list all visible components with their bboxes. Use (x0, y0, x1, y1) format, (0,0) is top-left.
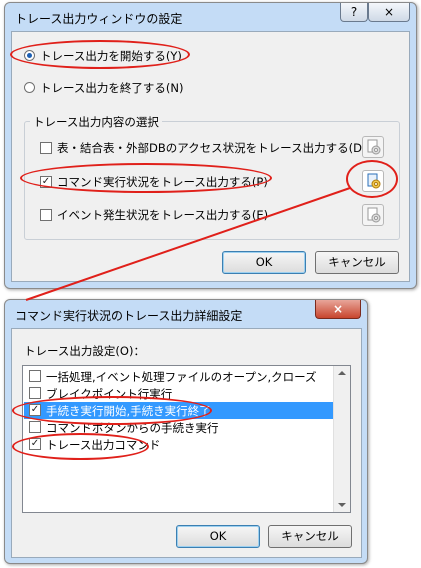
dialog2-titlebar[interactable]: コマンド実行状況のトレース出力詳細設定 × (5, 300, 367, 328)
trace-output-list-label: トレース出力設定(O)： (24, 344, 145, 358)
dialog1-close-button[interactable]: × (368, 3, 410, 22)
dialog1-title: トレース出力ウィンドウの設定 (15, 12, 183, 26)
dialog2-ok-button[interactable]: OK (176, 525, 260, 548)
access-trace-checkbox[interactable] (40, 142, 52, 154)
stop-trace-label[interactable]: トレース出力を終了する(N) (40, 80, 184, 96)
annotation-circle-detail-button (346, 160, 398, 198)
list-item[interactable]: 一括処理,イベント処理ファイルのオープン,クローズ (24, 368, 333, 385)
dialog1-cancel-button[interactable]: キャンセル (315, 251, 399, 274)
scroll-down-arrow-icon[interactable] (338, 503, 346, 507)
scroll-up-arrow-icon[interactable] (338, 371, 346, 375)
list-item-checkbox[interactable] (29, 370, 41, 382)
annotation-ellipse-start-radio (10, 40, 190, 69)
dialog1-ok-button[interactable]: OK (222, 251, 306, 274)
dialog1-client: トレース出力を開始する(Y) トレース出力を終了する(N) トレース出力内容の選… (11, 31, 410, 282)
list-item-checkbox[interactable] (29, 387, 41, 399)
access-trace-label[interactable]: 表・結合表・外部DBのアクセス状況をトレース出力する(D) (57, 140, 366, 156)
list-item-label: 一括処理,イベント処理ファイルのオープン,クローズ (46, 370, 317, 384)
dialog2-cancel-button[interactable]: キャンセル (268, 525, 352, 548)
trace-content-group-title: トレース出力内容の選択 (30, 114, 162, 130)
list-item-checkbox[interactable] (29, 421, 41, 433)
command-trace-detail-dialog: コマンド実行状況のトレース出力詳細設定 × トレース出力設定(O)： 一括処理,… (4, 299, 368, 564)
dialog1-titlebar[interactable]: トレース出力ウィンドウの設定 ? × (5, 3, 416, 31)
settings-doc-icon (367, 207, 381, 223)
help-button[interactable]: ? (340, 3, 368, 22)
dialog2-close-button[interactable]: × (315, 300, 361, 319)
settings-doc-icon (367, 139, 381, 155)
event-trace-checkbox[interactable] (40, 209, 52, 221)
annotation-ellipse-procedure-item (12, 396, 212, 425)
annotation-ellipse-trace-command-item (12, 433, 149, 460)
event-detail-button[interactable] (362, 204, 384, 226)
stop-trace-radio[interactable] (24, 82, 35, 93)
event-trace-label[interactable]: イベント発生状況をトレース出力する(E) (57, 207, 268, 223)
annotation-ellipse-command-checkbox (20, 163, 272, 193)
list-scrollbar[interactable] (333, 366, 350, 512)
access-detail-button[interactable] (362, 136, 384, 158)
dialog2-title: コマンド実行状況のトレース出力詳細設定 (15, 309, 243, 323)
